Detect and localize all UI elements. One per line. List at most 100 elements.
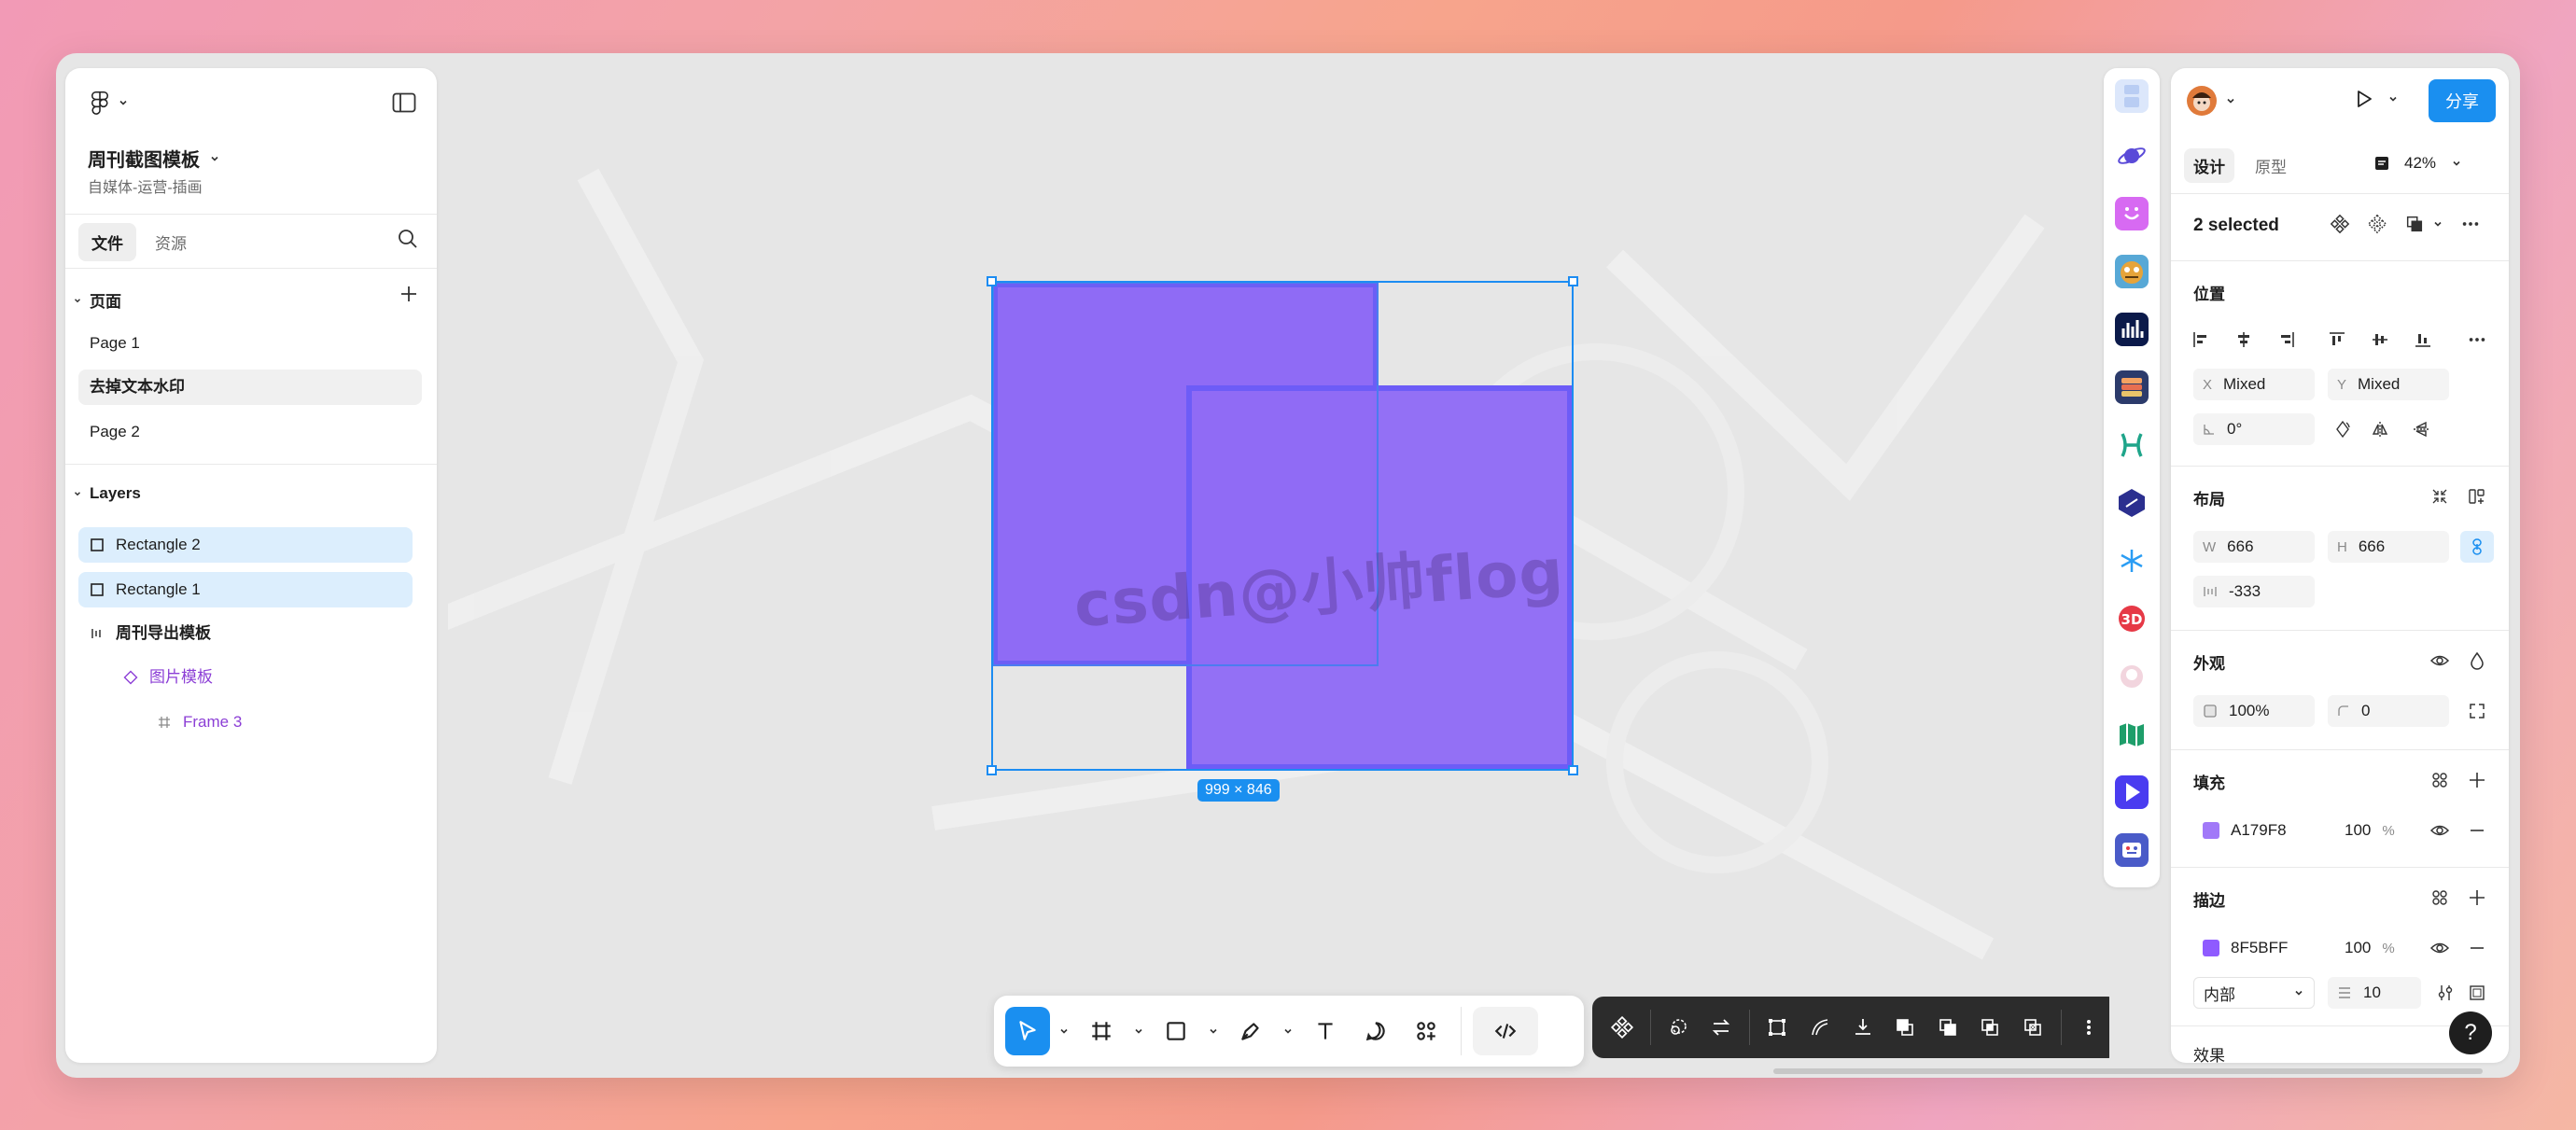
- mask-button[interactable]: [1659, 1006, 1700, 1049]
- plugin-mascot-icon[interactable]: [2115, 255, 2149, 288]
- fill-styles-button[interactable]: [2423, 764, 2457, 796]
- rotate-button[interactable]: [2326, 413, 2359, 445]
- align-right-button[interactable]: [2270, 324, 2303, 356]
- fill-visibility-button[interactable]: [2423, 815, 2457, 846]
- chevron-down-icon[interactable]: [2432, 218, 2443, 230]
- intersect-button[interactable]: [1969, 1006, 2010, 1049]
- main-menu-button[interactable]: [90, 91, 129, 115]
- constrain-proportions-button[interactable]: [2460, 531, 2494, 563]
- opacity-field[interactable]: 100%: [2193, 695, 2315, 727]
- align-left-button[interactable]: [2184, 324, 2218, 356]
- shape-tool-dropdown[interactable]: [1203, 1007, 1224, 1055]
- stroke-width-field[interactable]: 10: [2328, 977, 2421, 1009]
- comment-tool-button[interactable]: [1352, 1007, 1399, 1055]
- tab-prototype[interactable]: 原型: [2246, 148, 2296, 183]
- toggle-sidebar-button[interactable]: [392, 92, 416, 118]
- design-canvas[interactable]: csdn@小帅flog 999 × 846: [448, 53, 2109, 1078]
- plugin-play-icon[interactable]: [2115, 775, 2149, 809]
- page-item[interactable]: 去掉文本水印: [78, 370, 422, 405]
- layer-row[interactable]: 周刊导出模板: [78, 616, 413, 651]
- component-icon[interactable]: [2330, 214, 2350, 234]
- tab-assets[interactable]: 资源: [142, 223, 200, 261]
- resize-to-fit-button[interactable]: [2423, 481, 2457, 512]
- tab-files[interactable]: 文件: [78, 223, 136, 261]
- gap-field[interactable]: -333: [2193, 576, 2315, 607]
- shape-tool-button[interactable]: [1153, 1007, 1199, 1055]
- stroke-styles-button[interactable]: [2423, 882, 2457, 914]
- outline-stroke-button[interactable]: [1799, 1006, 1841, 1049]
- align-middle-button[interactable]: [2363, 324, 2397, 356]
- plugin-map-icon[interactable]: [2115, 718, 2149, 751]
- file-name[interactable]: 周刊截图模板: [88, 145, 220, 172]
- resize-handle-bottom-right[interactable]: [1568, 765, 1578, 775]
- auto-layout-button[interactable]: [2460, 481, 2494, 512]
- share-button[interactable]: 分享: [2429, 79, 2496, 122]
- theme-icon[interactable]: [2373, 154, 2391, 177]
- plugin-snowflake-icon[interactable]: [2115, 544, 2149, 578]
- create-component-button[interactable]: [1602, 1006, 1643, 1049]
- horizontal-scrollbar[interactable]: [1773, 1068, 2483, 1074]
- pen-tool-button[interactable]: [1227, 1007, 1274, 1055]
- blend-mode-button[interactable]: [2460, 645, 2494, 677]
- exclude-button[interactable]: [2012, 1006, 2053, 1049]
- stroke-settings-button[interactable]: [2429, 977, 2462, 1009]
- plugin-3d-icon[interactable]: 3D: [2115, 602, 2149, 635]
- stroke-color-field[interactable]: 8F5BFF 100 %: [2193, 932, 2408, 964]
- pen-tool-dropdown[interactable]: [1278, 1007, 1298, 1055]
- layer-row[interactable]: Rectangle 2: [78, 527, 413, 563]
- plugin-smile-icon[interactable]: [2115, 197, 2149, 230]
- plugin-planet-icon[interactable]: [2115, 139, 2149, 173]
- fill-color-field[interactable]: A179F8 100 %: [2193, 815, 2408, 846]
- user-menu[interactable]: [2186, 85, 2236, 117]
- visibility-button[interactable]: [2423, 645, 2457, 677]
- plugin-chart-icon[interactable]: [2115, 313, 2149, 346]
- stroke-visibility-button[interactable]: [2423, 932, 2457, 964]
- text-tool-button[interactable]: [1302, 1007, 1349, 1055]
- more-horizontal-icon[interactable]: [2460, 214, 2481, 234]
- resize-handle-top-left[interactable]: [987, 276, 997, 286]
- add-stroke-button[interactable]: [2460, 882, 2494, 914]
- y-field[interactable]: Y Mixed: [2328, 369, 2449, 400]
- corner-radius-field[interactable]: 0: [2328, 695, 2449, 727]
- boolean-union-icon[interactable]: [2404, 214, 2425, 234]
- rotation-field[interactable]: 0°: [2193, 413, 2315, 445]
- vector-edit-button[interactable]: [1757, 1006, 1799, 1049]
- selection-box[interactable]: [987, 276, 1578, 775]
- height-field[interactable]: H 666: [2328, 531, 2449, 563]
- subtract-button[interactable]: [1927, 1006, 1968, 1049]
- help-button[interactable]: ?: [2449, 1011, 2492, 1054]
- dev-mode-toggle[interactable]: [1473, 1007, 1538, 1055]
- move-tool-dropdown[interactable]: [1054, 1007, 1074, 1055]
- x-field[interactable]: X Mixed: [2193, 369, 2315, 400]
- swap-button[interactable]: [1701, 1006, 1742, 1049]
- component-set-icon[interactable]: [2367, 214, 2387, 234]
- add-page-button[interactable]: [399, 285, 418, 308]
- pages-section-header[interactable]: 页面: [73, 288, 121, 312]
- page-item[interactable]: Page 1: [78, 326, 422, 361]
- union-button[interactable]: [1884, 1006, 1925, 1049]
- independent-corners-button[interactable]: [2460, 695, 2494, 727]
- width-field[interactable]: W 666: [2193, 531, 2315, 563]
- plugin-stickers-icon[interactable]: [2115, 833, 2149, 867]
- remove-stroke-button[interactable]: [2460, 932, 2494, 964]
- align-bottom-button[interactable]: [2406, 324, 2440, 356]
- align-top-button[interactable]: [2320, 324, 2354, 356]
- actions-tool-button[interactable]: [1403, 1007, 1449, 1055]
- flip-horizontal-button[interactable]: [2363, 413, 2397, 445]
- add-fill-button[interactable]: [2460, 764, 2494, 796]
- individual-strokes-button[interactable]: [2460, 977, 2494, 1009]
- frame-tool-dropdown[interactable]: [1128, 1007, 1149, 1055]
- stroke-swatch[interactable]: [2203, 940, 2219, 956]
- more-actions-button[interactable]: [2068, 1006, 2109, 1049]
- present-button[interactable]: [2354, 89, 2399, 109]
- plugin-cube-icon[interactable]: [2115, 486, 2149, 520]
- layers-section-header[interactable]: Layers: [73, 484, 141, 503]
- resize-handle-top-right[interactable]: [1568, 276, 1578, 286]
- fill-swatch[interactable]: [2203, 822, 2219, 839]
- resize-handle-bottom-left[interactable]: [987, 765, 997, 775]
- move-tool-button[interactable]: [1005, 1007, 1050, 1055]
- tab-design[interactable]: 设计: [2184, 148, 2234, 183]
- flatten-button[interactable]: [1842, 1006, 1883, 1049]
- more-align-button[interactable]: [2460, 324, 2494, 356]
- layer-row[interactable]: 图片模板: [112, 660, 413, 695]
